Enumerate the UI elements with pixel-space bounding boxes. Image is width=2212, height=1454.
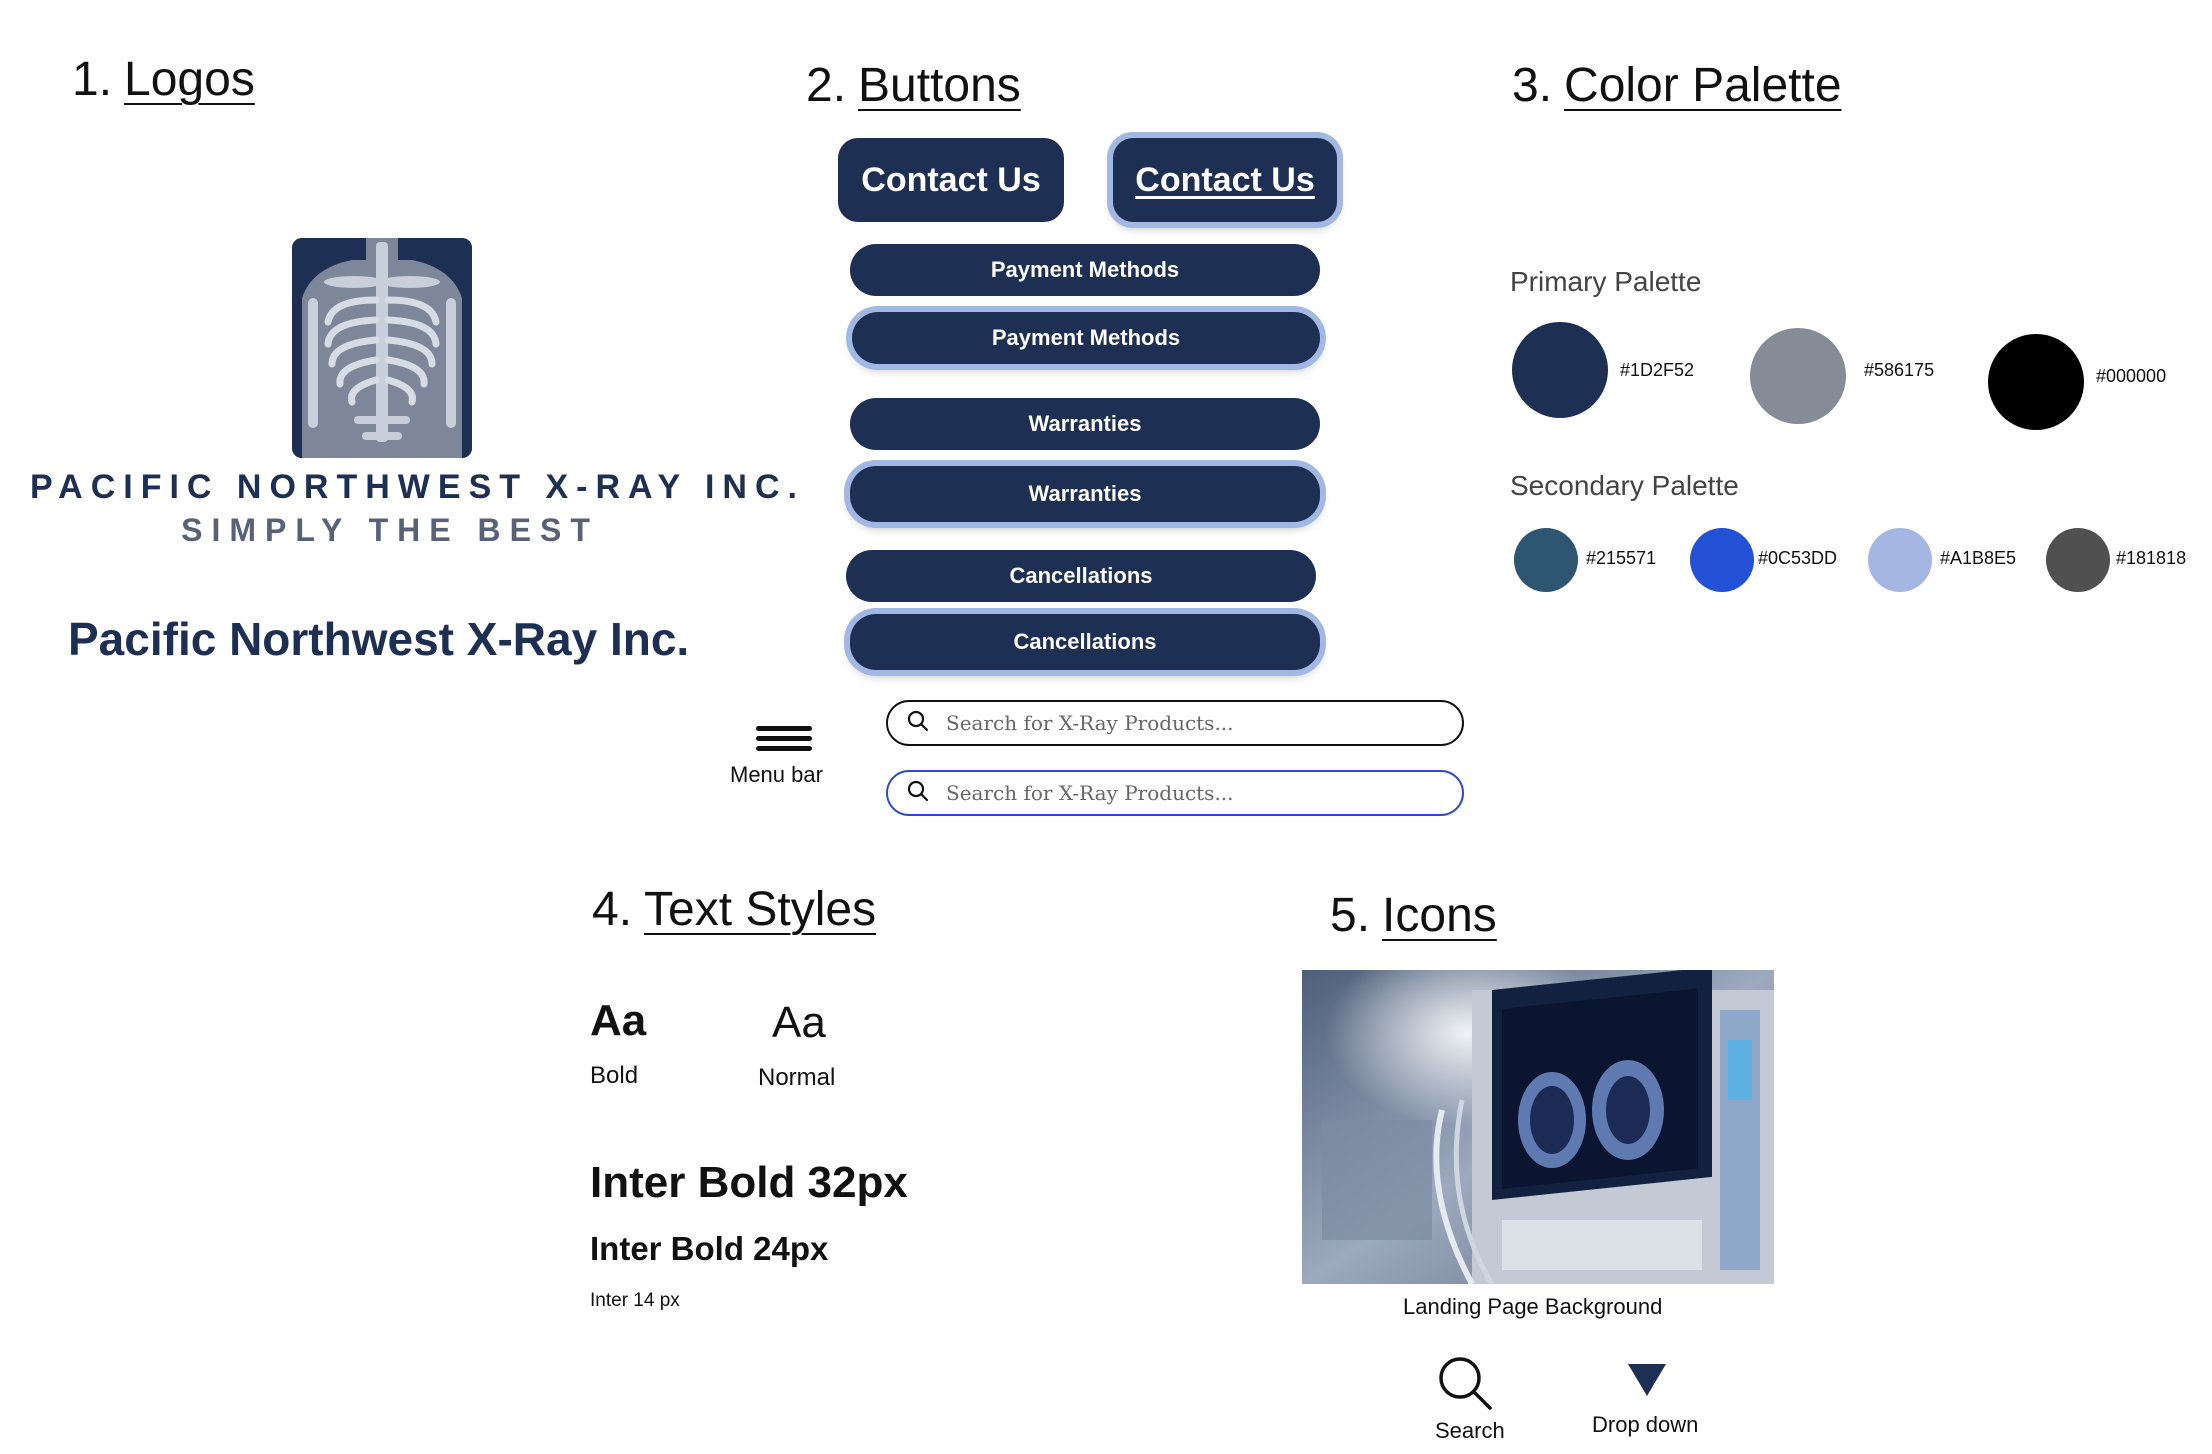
normal-sample: Aa — [772, 998, 826, 1047]
warranties-button-hover[interactable]: Warranties — [850, 466, 1320, 522]
swatch-secondary-3-hex: #A1B8E5 — [1940, 548, 2017, 568]
warranties-button[interactable]: Warranties — [850, 398, 1320, 450]
search-icon — [906, 779, 930, 808]
search-icon — [906, 709, 930, 738]
heading-24-sample: Inter Bold 24px — [590, 1230, 829, 1267]
search-icon[interactable] — [1436, 1354, 1494, 1417]
landing-background-caption: Landing Page Background — [1403, 1294, 1663, 1319]
cancellations-button[interactable]: Cancellations — [846, 550, 1316, 602]
swatch-primary-3 — [1988, 334, 2084, 430]
swatch-primary-2 — [1750, 328, 1846, 424]
section-title-logos: 1. Logos — [72, 53, 255, 106]
contact-us-button-hover[interactable]: Contact Us — [1113, 138, 1337, 222]
contact-us-label: Contact Us — [1135, 160, 1315, 199]
xray-logo-image — [292, 238, 472, 458]
heading-32-sample: Inter Bold 32px — [590, 1158, 908, 1207]
swatch-primary-3-hex: #000000 — [2096, 366, 2167, 386]
search-bar-default[interactable] — [886, 700, 1464, 746]
section-title-colors: 3. Color Palette — [1512, 59, 1842, 112]
search-icon-label: Search — [1435, 1418, 1505, 1443]
swatch-secondary-1 — [1514, 528, 1578, 592]
hamburger-icon[interactable] — [756, 724, 812, 759]
swatch-primary-1-hex: #1D2F52 — [1620, 360, 1695, 380]
swatch-secondary-1-hex: #215571 — [1586, 548, 1657, 568]
section-title-icons: 5. Icons — [1330, 889, 1497, 942]
swatch-secondary-3 — [1868, 528, 1932, 592]
logo-tagline-slogan: SIMPLY THE BEST — [181, 512, 599, 548]
section-title-text-styles: 4. Text Styles — [592, 883, 877, 936]
bold-sample: Aa — [590, 996, 647, 1045]
logo-wordmark: Pacific Northwest X-Ray Inc. — [68, 613, 690, 665]
swatch-primary-2-hex: #586175 — [1864, 360, 1935, 380]
section-title-buttons: 2. Buttons — [806, 59, 1021, 112]
body-14-sample: Inter 14 px — [590, 1290, 680, 1311]
landing-page-background-image — [1302, 970, 1774, 1284]
search-input-default[interactable] — [944, 710, 1428, 736]
secondary-palette-title: Secondary Palette — [1510, 470, 1739, 501]
bold-sample-label: Bold — [590, 1062, 639, 1089]
search-input-focused[interactable] — [944, 780, 1428, 806]
swatch-primary-1 — [1512, 322, 1608, 418]
primary-palette-title: Primary Palette — [1510, 266, 1702, 297]
contact-us-button[interactable]: Contact Us — [838, 138, 1064, 222]
dropdown-icon-label: Drop down — [1592, 1412, 1699, 1437]
menu-bar-label: Menu bar — [730, 762, 823, 787]
dropdown-triangle-icon[interactable] — [1628, 1364, 1666, 1401]
swatch-secondary-2 — [1690, 528, 1754, 592]
swatch-secondary-4-hex: #181818 — [2116, 548, 2187, 568]
normal-sample-label: Normal — [758, 1064, 836, 1091]
swatch-secondary-4 — [2046, 528, 2110, 592]
payment-methods-button-hover[interactable]: Payment Methods — [852, 312, 1320, 364]
search-bar-focused[interactable] — [886, 770, 1464, 816]
logo-tagline-company: PACIFIC NORTHWEST X-RAY INC. — [30, 468, 805, 506]
swatch-secondary-2-hex: #0C53DD — [1758, 548, 1838, 568]
cancellations-button-hover[interactable]: Cancellations — [850, 614, 1320, 670]
payment-methods-button[interactable]: Payment Methods — [850, 244, 1320, 296]
